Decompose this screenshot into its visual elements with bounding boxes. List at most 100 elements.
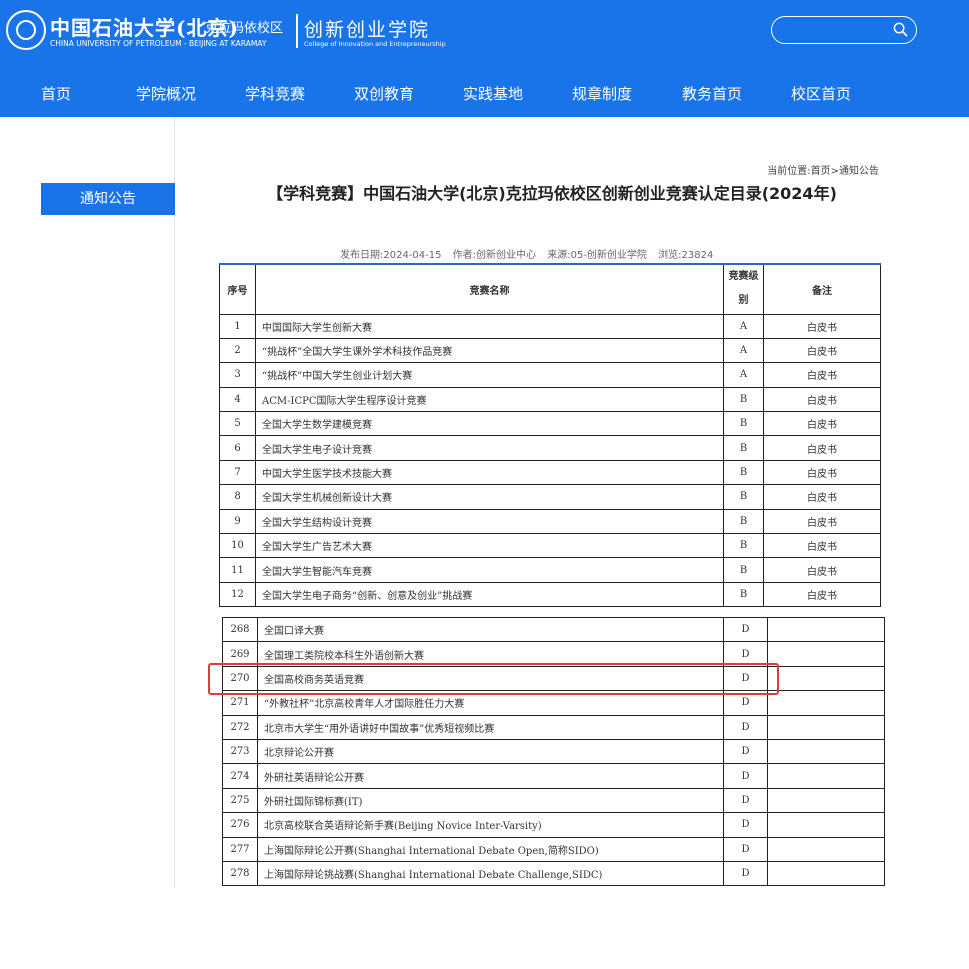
competition-level: D (723, 812, 768, 838)
row-number: 276 (222, 812, 258, 838)
college-name-cn: 创新创业学院 (304, 19, 431, 41)
competition-level: D (723, 836, 768, 862)
competition-level: D (723, 714, 768, 740)
nav-item-academic-affairs[interactable]: 教务首页 (676, 72, 748, 117)
nav-item-home[interactable]: 首页 (20, 72, 92, 117)
sidebar-item-notices[interactable]: 通知公告 (41, 183, 175, 215)
competition-name: 全国理工类院校本科生外语创新大赛 (257, 641, 724, 667)
row-note: 白皮书 (763, 508, 881, 535)
competition-level: A (723, 362, 764, 388)
competition-name: 中国大学生医学技术技能大赛 (255, 459, 724, 486)
row-number: 277 (222, 836, 258, 862)
main-nav: 首页 学院概况 学科竞赛 双创教育 实践基地 规章制度 教务首页 校区首页 (0, 72, 969, 117)
table-row: 4 ACM-ICPC国际大学生程序设计竞赛 B 白皮书 (219, 386, 881, 413)
row-number: 12 (219, 581, 256, 608)
campus-name: 克拉玛依校区 (205, 21, 284, 36)
table-header-row: 序号 竞赛名称 竞赛级别 备注 (219, 263, 881, 315)
breadcrumb-prefix: 当前位置: (767, 166, 811, 177)
row-note: 白皮书 (763, 386, 881, 413)
university-emblem-icon[interactable] (6, 10, 46, 50)
competition-level: B (723, 508, 764, 535)
competition-level: A (723, 337, 764, 364)
nav-item-about[interactable]: 学院概况 (130, 72, 202, 117)
row-note: 白皮书 (763, 337, 881, 364)
row-note (767, 860, 885, 887)
competition-level: B (723, 435, 764, 461)
row-note (767, 690, 885, 716)
competition-name: 中国国际大学生创新大赛 (255, 313, 724, 339)
table-row: 7 中国大学生医学技术技能大赛 B 白皮书 (219, 459, 881, 486)
search-box (771, 16, 917, 44)
competition-name: “外教社杯”北京高校青年人才国际胜任力大赛 (257, 690, 724, 716)
table-row: 10 全国大学生广告艺术大赛 B 白皮书 (219, 533, 881, 559)
breadcrumb-current-link[interactable]: 通知公告 (839, 166, 879, 177)
competition-level: B (723, 484, 764, 510)
table-row: 270 全国高校商务英语竞赛 D (222, 665, 885, 692)
row-note: 白皮书 (763, 557, 881, 583)
competition-name: 外研社英语辩论公开赛 (257, 763, 724, 789)
row-number: 1 (219, 313, 256, 339)
emblem-inner-ring (16, 20, 36, 40)
author: 作者:创新创业中心 (452, 250, 537, 261)
table-row: 278 上海国际辩论挑战赛(Shanghai International Deba… (222, 860, 885, 887)
article-title: 【学科竞赛】中国石油大学(北京)克拉玛依校区创新创业竞赛认定目录(2024年) (267, 184, 837, 203)
source: 来源:05-创新创业学院 (547, 250, 647, 261)
table-row: 274 外研社英语辩论公开赛 D (222, 763, 885, 789)
table-row: 9 全国大学生结构设计竞赛 B 白皮书 (219, 508, 881, 535)
site-header: 中国石油大学(北京) 克拉玛依校区 CHINA UNIVERSITY OF PE… (0, 0, 969, 117)
competition-name: 上海国际辩论挑战赛(Shanghai International Debate … (257, 860, 724, 887)
header-name: 竞赛名称 (255, 263, 724, 315)
competition-name: 北京辩论公开赛 (257, 738, 724, 765)
search-icon[interactable] (893, 22, 908, 37)
row-note (767, 616, 885, 643)
table-row: 12 全国大学生电子商务“创新、创意及创业”挑战赛 B 白皮书 (219, 581, 881, 608)
row-note (767, 787, 885, 814)
row-note (767, 763, 885, 789)
competition-table-bottom: 268 全国口译大赛 D 269 全国理工类院校本科生外语创新大赛 D 270 全国高校商务英… (222, 616, 885, 887)
row-note: 白皮书 (763, 533, 881, 559)
row-number: 268 (222, 616, 258, 643)
row-number: 10 (219, 533, 256, 559)
competition-name: 全国大学生电子设计竞赛 (255, 435, 724, 461)
competition-name: 外研社国际锦标赛(IT) (257, 787, 724, 814)
row-note (767, 812, 885, 838)
nav-item-education[interactable]: 双创教育 (348, 72, 420, 117)
competition-name: “挑战杯”中国大学生创业计划大赛 (255, 362, 724, 388)
row-note (767, 665, 885, 692)
competition-name: 全国高校商务英语竞赛 (257, 665, 724, 692)
row-number: 8 (219, 484, 256, 510)
table-row: 268 全国口译大赛 D (222, 616, 885, 643)
row-number: 9 (219, 508, 256, 535)
competition-name: 全国大学生电子商务“创新、创意及创业”挑战赛 (255, 581, 724, 608)
competition-name: ACM-ICPC国际大学生程序设计竞赛 (255, 386, 724, 413)
row-note (767, 836, 885, 862)
table-row: 275 外研社国际锦标赛(IT) D (222, 787, 885, 814)
table-row: 272 北京市大学生“用外语讲好中国故事”优秀短视频比赛 D (222, 714, 885, 740)
competition-name: 北京市大学生“用外语讲好中国故事”优秀短视频比赛 (257, 714, 724, 740)
row-number: 274 (222, 763, 258, 789)
row-number: 269 (222, 641, 258, 667)
row-note: 白皮书 (763, 313, 881, 339)
table-row: 277 上海国际辩论公开赛(Shanghai International Deba… (222, 836, 885, 862)
row-note: 白皮书 (763, 459, 881, 486)
row-number: 272 (222, 714, 258, 740)
nav-item-campus-home[interactable]: 校区首页 (785, 72, 857, 117)
competition-name: “挑战杯”全国大学生课外学术科技作品竞赛 (255, 337, 724, 364)
search-input[interactable] (782, 21, 890, 39)
competition-level: D (723, 616, 768, 643)
competition-level: B (723, 411, 764, 437)
nav-item-regulations[interactable]: 规章制度 (566, 72, 638, 117)
breadcrumb-home-link[interactable]: 首页 (811, 166, 831, 177)
header-level-text: 竞赛级别 (728, 271, 759, 307)
nav-item-competitions[interactable]: 学科竞赛 (239, 72, 311, 117)
table-row: 8 全国大学生机械创新设计大赛 B 白皮书 (219, 484, 881, 510)
competition-name: 全国大学生智能汽车竞赛 (255, 557, 724, 583)
nav-item-practice-base[interactable]: 实践基地 (457, 72, 529, 117)
competition-table-top: 序号 竞赛名称 竞赛级别 备注 1 中国国际大学生创新大赛 A 白皮书 2 “挑战杯”全国… (219, 263, 881, 608)
table-row: 5 全国大学生数学建模竞赛 B 白皮书 (219, 411, 881, 437)
header-level: 竞赛级别 (723, 263, 764, 315)
table-row: 3 “挑战杯”中国大学生创业计划大赛 A 白皮书 (219, 362, 881, 388)
competition-level: D (723, 690, 768, 716)
row-note (767, 641, 885, 667)
row-number: 270 (222, 665, 258, 692)
